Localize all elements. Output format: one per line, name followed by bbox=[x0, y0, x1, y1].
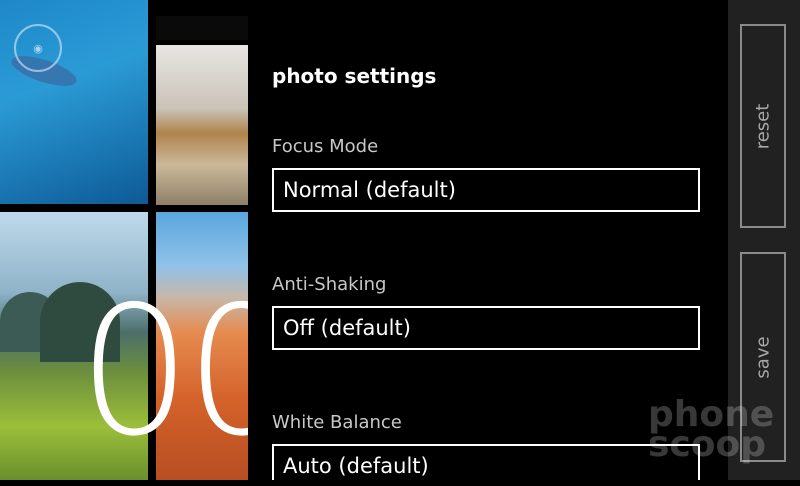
anti-shaking-select[interactable]: Off (default) bbox=[272, 306, 700, 350]
viewfinder-tiles: ◉ 00 bbox=[0, 0, 248, 480]
reset-button-label: reset bbox=[752, 103, 774, 149]
white-balance-select[interactable]: Auto (default) bbox=[272, 444, 700, 480]
focus-mode-label: Focus Mode bbox=[272, 136, 379, 157]
photo-counter: 00 bbox=[78, 268, 248, 475]
phonescoop-watermark: phone scoop bbox=[648, 397, 774, 465]
save-button-label: save bbox=[752, 335, 774, 379]
camera-lens-icon[interactable]: ◉ bbox=[14, 24, 62, 72]
reset-button[interactable]: reset bbox=[740, 24, 786, 228]
watermark-line2: scoop bbox=[648, 424, 767, 465]
desert-photo-tile bbox=[156, 45, 248, 205]
anti-shaking-label: Anti-Shaking bbox=[272, 274, 387, 295]
photo-strip bbox=[156, 16, 248, 40]
page-title: photo settings bbox=[272, 64, 437, 88]
white-balance-label: White Balance bbox=[272, 412, 402, 433]
focus-mode-select[interactable]: Normal (default) bbox=[272, 168, 700, 212]
